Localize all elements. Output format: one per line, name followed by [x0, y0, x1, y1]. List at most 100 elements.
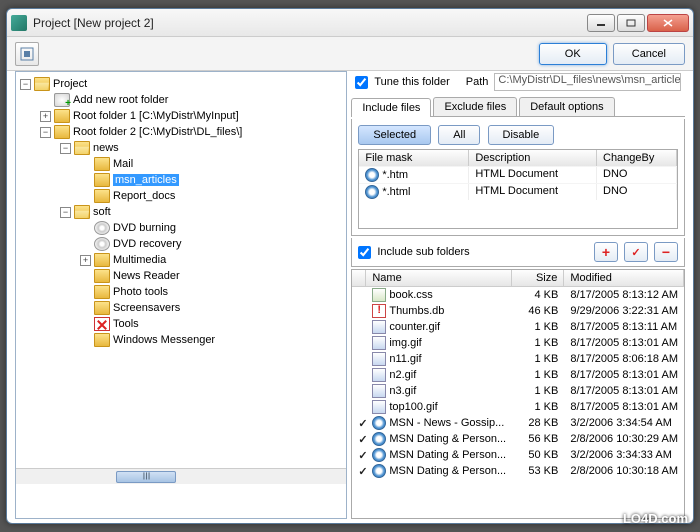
file-row[interactable]: ✓MSN Dating & Person...53 KB2/8/2006 10:…: [352, 463, 684, 479]
file-row[interactable]: n2.gif1 KB8/17/2005 8:13:01 AM: [352, 367, 684, 383]
gif-icon: [372, 320, 386, 334]
add-folder-icon: [54, 93, 70, 107]
tab-include-files[interactable]: Include files: [351, 98, 431, 117]
path-field[interactable]: C:\MyDistr\DL_files\news\msn_articles\: [494, 73, 681, 91]
col-size[interactable]: Size: [512, 270, 564, 286]
tune-folder-checkbox[interactable]: [355, 76, 368, 89]
gif-icon: [372, 336, 386, 350]
tree-dvd-recovery[interactable]: DVD recovery: [16, 236, 346, 252]
tree-mail[interactable]: Mail: [16, 156, 346, 172]
collapse-icon[interactable]: −: [60, 207, 71, 218]
file-row[interactable]: Thumbs.db46 KB9/29/2006 3:22:31 AM: [352, 303, 684, 319]
app-icon: [11, 15, 27, 31]
tree-news[interactable]: −news: [16, 140, 346, 156]
watermark: LO4D.com: [623, 511, 688, 526]
file-row[interactable]: ✓MSN Dating & Person...50 KB3/2/2006 3:3…: [352, 447, 684, 463]
mask-grid-header: File mask Description ChangeBy: [359, 150, 677, 166]
tune-folder-label: Tune this folder: [374, 76, 449, 88]
toolbar: OK Cancel: [7, 37, 693, 71]
tab-exclude-files[interactable]: Exclude files: [433, 97, 517, 116]
maximize-button[interactable]: [617, 14, 645, 32]
tree-soft[interactable]: −soft: [16, 204, 346, 220]
folder-icon: [54, 109, 70, 123]
ie-icon: [372, 448, 386, 462]
file-row[interactable]: img.gif1 KB8/17/2005 8:13:01 AM: [352, 335, 684, 351]
window-controls: [587, 14, 689, 32]
tree-windows-messenger[interactable]: Windows Messenger: [16, 332, 346, 348]
col-changeby[interactable]: ChangeBy: [597, 150, 677, 166]
edit-mask-button[interactable]: ✓: [624, 242, 648, 262]
file-row[interactable]: n11.gif1 KB8/17/2005 8:06:18 AM: [352, 351, 684, 367]
remove-mask-button[interactable]: −: [654, 242, 678, 262]
titlebar[interactable]: Project [New project 2]: [7, 9, 693, 37]
col-file-mask[interactable]: File mask: [359, 150, 469, 166]
folder-icon: [94, 285, 110, 299]
collapse-icon[interactable]: −: [60, 143, 71, 154]
tree-report-docs[interactable]: Report_docs: [16, 188, 346, 204]
check-mark: ✓: [352, 433, 366, 446]
tree-tools[interactable]: Tools: [16, 316, 346, 332]
filter-disable-button[interactable]: Disable: [488, 125, 555, 145]
file-row[interactable]: n3.gif1 KB8/17/2005 8:13:01 AM: [352, 383, 684, 399]
tab-default-options[interactable]: Default options: [519, 97, 614, 116]
file-row[interactable]: top100.gif1 KB8/17/2005 8:13:01 AM: [352, 399, 684, 415]
tree-root[interactable]: −Project: [16, 76, 346, 92]
file-list-header: Name Size Modified: [352, 270, 684, 287]
tree-pane[interactable]: −Project Add new root folder +Root folde…: [15, 71, 347, 519]
ie-icon: [372, 416, 386, 430]
gif-icon: [372, 352, 386, 366]
ie-icon: [365, 185, 379, 199]
window-title: Project [New project 2]: [33, 16, 587, 30]
css-icon: [372, 288, 386, 302]
expand-icon[interactable]: +: [40, 111, 51, 122]
cancel-button[interactable]: Cancel: [613, 43, 685, 65]
col-name[interactable]: Name: [366, 270, 512, 286]
collapse-icon[interactable]: −: [40, 127, 51, 138]
tree-news-reader[interactable]: News Reader: [16, 268, 346, 284]
check-mark: ✓: [352, 417, 366, 430]
close-button[interactable]: [647, 14, 689, 32]
tree-root-folder-2[interactable]: −Root folder 2 [C:\MyDistr\DL_files\]: [16, 124, 346, 140]
gif-icon: [372, 368, 386, 382]
minus-icon: −: [662, 244, 670, 260]
project-tool-icon[interactable]: [15, 42, 39, 66]
filter-all-button[interactable]: All: [438, 125, 480, 145]
file-row[interactable]: ✓MSN - News - Gossip...28 KB3/2/2006 3:3…: [352, 415, 684, 431]
scrollbar-thumb[interactable]: [116, 471, 176, 483]
folder-icon: [94, 301, 110, 315]
excluded-icon: [94, 317, 110, 331]
gif-icon: [372, 400, 386, 414]
folder-icon: [94, 253, 110, 267]
tree-photo-tools[interactable]: Photo tools: [16, 284, 346, 300]
tree-multimedia[interactable]: +Multimedia: [16, 252, 346, 268]
ie-icon: [372, 432, 386, 446]
ie-icon: [372, 464, 386, 478]
tree-screensavers[interactable]: Screensavers: [16, 300, 346, 316]
folder-icon: [94, 333, 110, 347]
file-row[interactable]: ✓MSN Dating & Person...56 KB2/8/2006 10:…: [352, 431, 684, 447]
tree-msn-articles[interactable]: msn_articles: [16, 172, 346, 188]
mask-row[interactable]: *.htmlHTML DocumentDNO: [359, 183, 677, 200]
col-description[interactable]: Description: [469, 150, 597, 166]
file-list[interactable]: Name Size Modified book.css4 KB8/17/2005…: [351, 269, 685, 519]
minimize-button[interactable]: [587, 14, 615, 32]
add-mask-button[interactable]: +: [594, 242, 618, 262]
collapse-icon[interactable]: −: [20, 79, 31, 90]
col-modified[interactable]: Modified: [564, 270, 684, 286]
include-subfolders-checkbox[interactable]: [358, 246, 371, 259]
tree-root-folder-1[interactable]: +Root folder 1 [C:\MyDistr\MyInput]: [16, 108, 346, 124]
check-mark: ✓: [352, 449, 366, 462]
ok-button[interactable]: OK: [539, 43, 607, 65]
mask-grid: File mask Description ChangeBy *.htmHTML…: [358, 149, 678, 229]
expand-icon[interactable]: +: [80, 255, 91, 266]
tree-add-root[interactable]: Add new root folder: [16, 92, 346, 108]
folder-open-icon: [74, 205, 90, 219]
content-area: −Project Add new root folder +Root folde…: [7, 71, 693, 523]
file-row[interactable]: book.css4 KB8/17/2005 8:13:12 AM: [352, 287, 684, 303]
file-row[interactable]: counter.gif1 KB8/17/2005 8:13:11 AM: [352, 319, 684, 335]
tree-horizontal-scrollbar[interactable]: [16, 468, 346, 484]
tree-dvd-burning[interactable]: DVD burning: [16, 220, 346, 236]
mask-row[interactable]: *.htmHTML DocumentDNO: [359, 166, 677, 183]
filter-selected-button[interactable]: Selected: [358, 125, 431, 145]
gif-icon: [372, 384, 386, 398]
